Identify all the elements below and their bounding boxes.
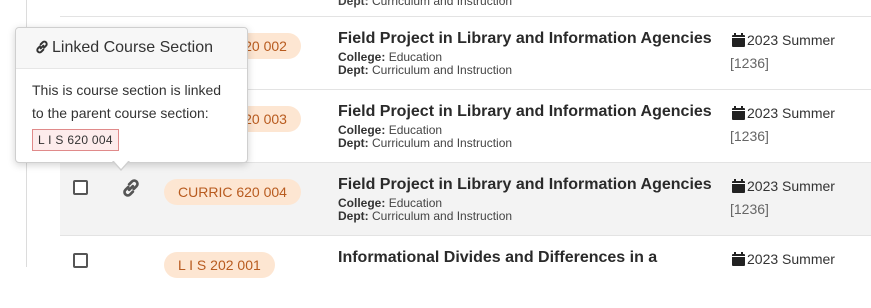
calendar-icon — [732, 33, 745, 47]
term-label: 2023 Summer — [732, 251, 835, 267]
course-title[interactable]: Field Project in Library and Information… — [338, 30, 712, 48]
course-meta: College: Education Dept: Curriculum and … — [338, 50, 513, 77]
course-meta: College: Education Dept: Curriculum and … — [338, 196, 513, 223]
section-badge[interactable]: CURRIC 620 004 — [164, 179, 301, 205]
partial-row-top: Dept: Curriculum and Instruction — [60, 0, 871, 16]
course-title[interactable]: Field Project in Library and Information… — [338, 176, 712, 194]
popover-title: Linked Course Section — [52, 39, 213, 56]
term-label: 2023 Summer — [732, 32, 835, 48]
calendar-icon — [732, 106, 745, 120]
course-title[interactable]: Field Project in Library and Information… — [338, 103, 712, 121]
term-label: 2023 Summer — [732, 105, 835, 121]
term-code: [1236] — [730, 55, 769, 71]
term-code: [1236] — [730, 128, 769, 144]
term-code: [1236] — [730, 201, 769, 217]
calendar-icon — [732, 179, 745, 193]
popover-header: Linked Course Section — [16, 28, 247, 69]
course-title[interactable]: Informational Divides and Differences in… — [338, 249, 657, 267]
link-icon[interactable] — [120, 177, 142, 199]
dept-partial: Dept: Curriculum and Instruction — [338, 0, 513, 8]
popover-text: This is course section is linked to the … — [32, 82, 222, 121]
popover-arrow-inner — [113, 160, 129, 169]
calendar-icon — [732, 252, 745, 266]
link-icon — [36, 40, 48, 54]
table-row[interactable]: CURRIC 620 004 Field Project in Library … — [60, 162, 871, 235]
linked-section-popover: Linked Course Section This is course sec… — [15, 27, 248, 163]
section-badge[interactable]: L I S 202 001 — [164, 252, 275, 278]
row-checkbox[interactable] — [73, 180, 88, 195]
term-label: 2023 Summer — [732, 178, 835, 194]
course-meta: College: Education Dept: Curriculum and … — [338, 123, 513, 150]
popover-body: This is course section is linked to the … — [16, 69, 247, 151]
parent-section-tag[interactable]: L I S 620 004 — [32, 129, 119, 151]
row-checkbox[interactable] — [73, 253, 88, 268]
table-row[interactable]: L I S 202 001 Informational Divides and … — [60, 235, 871, 308]
